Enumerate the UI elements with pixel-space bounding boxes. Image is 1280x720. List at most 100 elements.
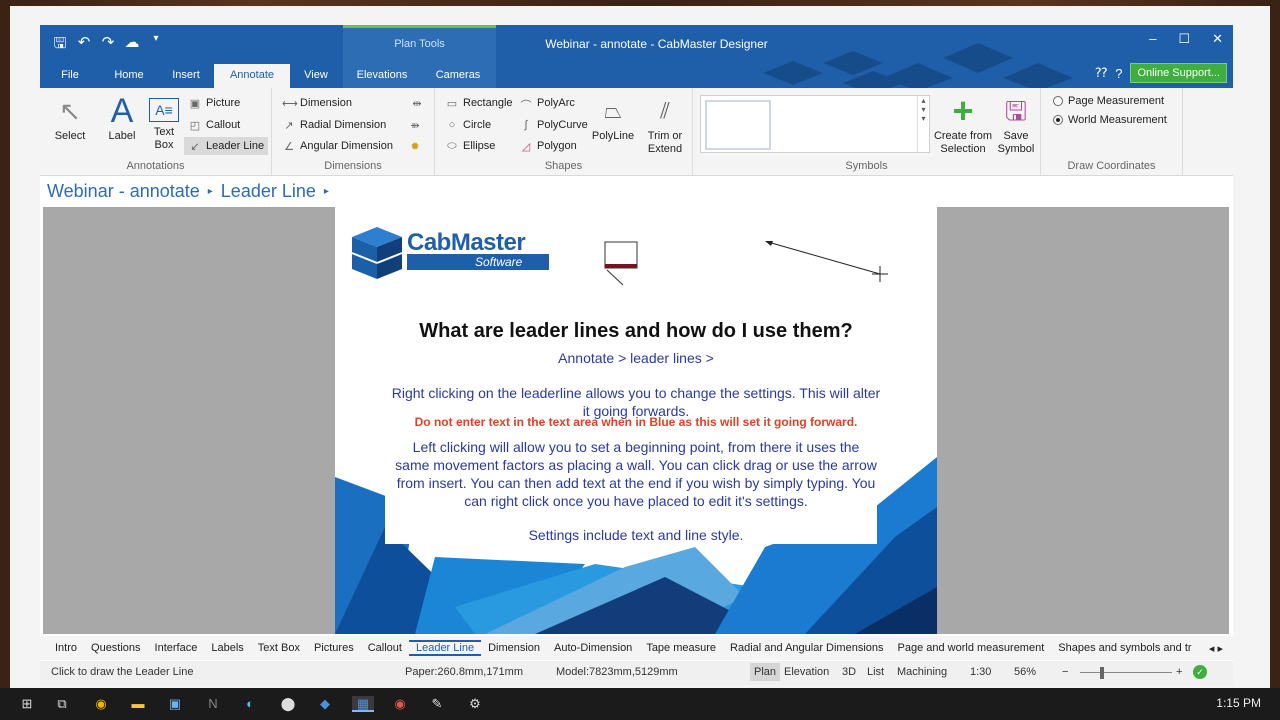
view-3d-button[interactable]: 3D [842, 666, 856, 678]
page-tab[interactable]: Auto-Dimension [547, 642, 639, 654]
model-coordinates: Model:7823mm,5129mm [556, 666, 678, 678]
page-tab[interactable]: Page and world measurement [891, 642, 1052, 654]
help-context-icon[interactable]: ⁇ [1095, 65, 1107, 81]
page-tab[interactable]: Dimension [481, 642, 547, 654]
dim-option-icon[interactable]: ⇹ [410, 94, 424, 112]
rectangle-label: Rectangle [463, 97, 513, 109]
tab-insert[interactable]: Insert [158, 64, 214, 88]
window-title: Webinar - annotate - CabMaster Designer [545, 37, 768, 51]
callout-button[interactable]: ◰ Callout [188, 116, 240, 134]
polyarc-button[interactable]: ⌒ PolyArc [519, 94, 575, 112]
page-tab[interactable]: Pictures [307, 642, 361, 654]
chevron-right-icon[interactable]: ▸ [324, 186, 329, 197]
shapes-group-label: Shapes [544, 160, 583, 172]
page-tab[interactable]: Interface [148, 642, 205, 654]
file-explorer-icon[interactable]: ▬ [129, 696, 147, 712]
page-tab[interactable]: Callout [361, 642, 409, 654]
zoom-value[interactable]: 56% [1014, 666, 1036, 678]
notion-icon[interactable]: N [204, 696, 222, 712]
zoom-in-icon[interactable]: + [1176, 666, 1182, 678]
page-tab[interactable]: Questions [84, 642, 148, 654]
polycurve-button[interactable]: ∫ PolyCurve [519, 116, 587, 134]
symbol-gallery[interactable]: ▴ ▾ ▾ [700, 95, 930, 153]
page-tab[interactable]: Intro [48, 642, 84, 654]
textbox-button[interactable]: A≡ Text Box [144, 94, 184, 152]
picture-button[interactable]: ▣ Picture [188, 94, 240, 112]
slide-page[interactable]: CabMaster Software What are leader lines… [335, 207, 937, 634]
select-button[interactable]: ↖ Select [50, 94, 90, 143]
edge-icon[interactable]: ◐ [241, 696, 259, 712]
breadcrumb-item[interactable]: Webinar - annotate [47, 181, 200, 202]
dimension-button[interactable]: ⟷ Dimension [282, 94, 352, 112]
page-tab[interactable]: Labels [204, 642, 250, 654]
store-icon[interactable]: ▣ [166, 696, 184, 712]
windows-start-icon[interactable]: ⊞ [18, 696, 36, 712]
chrome-profile-icon[interactable]: ◉ [391, 696, 409, 712]
zoom-out-icon[interactable]: − [1062, 666, 1068, 678]
tab-elevations[interactable]: Elevations [342, 64, 422, 88]
radial-icon: ↗ [284, 120, 294, 132]
tab-cameras[interactable]: Cameras [422, 64, 494, 88]
create-from-selection-button[interactable]: + Create from Selection [931, 93, 995, 156]
page-tab[interactable]: Radial and Angular Dimensions [723, 642, 890, 654]
taskbar: ⊞ ⧉ ◉ ▬ ▣ N ◐ ⬤ ◆ ▦ ◉ ✎ ⚙ 1:15 PM [0, 688, 1280, 720]
tool-icon[interactable]: ✎ [428, 696, 446, 712]
symbol-thumbnail[interactable] [705, 100, 771, 150]
tab-annotate[interactable]: Annotate [214, 64, 290, 88]
create-label: Create from Selection [933, 130, 993, 155]
select-label: Select [54, 130, 86, 142]
dim-style-icon[interactable]: ⇻ [408, 116, 422, 134]
page-measurement-radio[interactable]: Page Measurement [1053, 95, 1164, 107]
tab-view[interactable]: View [290, 64, 342, 88]
world-measurement-radio[interactable]: World Measurement [1053, 114, 1167, 126]
view-machining-button[interactable]: Machining [897, 666, 947, 678]
radio-off [1053, 96, 1063, 106]
window-controls: – ☐ ✕ [1149, 31, 1223, 47]
view-list-button[interactable]: List [867, 666, 884, 678]
chrome-icon[interactable]: ◉ [92, 696, 110, 712]
zoom-app-icon[interactable]: ⬤ [279, 696, 297, 712]
close-button[interactable]: ✕ [1212, 31, 1223, 47]
gallery-scroll[interactable]: ▴ ▾ ▾ [917, 96, 929, 152]
minimize-button[interactable]: – [1149, 31, 1156, 47]
page-tab[interactable]: Tape measure [639, 642, 723, 654]
rectangle-button[interactable]: ▭ Rectangle [445, 94, 513, 112]
trim-extend-button[interactable]: ⫽ Trim or Extend [643, 94, 687, 156]
dim-settings-icon[interactable]: ✹ [408, 137, 422, 155]
status-bar: Click to draw the Leader Line Paper:260.… [40, 661, 1233, 685]
radial-dimension-button[interactable]: ↗ Radial Dimension [282, 116, 386, 134]
polyline-button[interactable]: ⏢ PolyLine [591, 94, 635, 143]
circle-button[interactable]: ○ Circle [445, 116, 491, 134]
scale-value[interactable]: 1:30 [970, 666, 991, 678]
page-tab[interactable]: Shapes and symbols and tr [1051, 642, 1198, 654]
breadcrumb-item[interactable]: Leader Line [221, 181, 316, 202]
leader-line-icon: ↙ [190, 141, 200, 153]
tab-scroll-arrows-icon[interactable]: ◂ ▸ [1202, 642, 1233, 655]
maximize-button[interactable]: ☐ [1178, 31, 1190, 47]
task-view-icon[interactable]: ⧉ [53, 696, 71, 712]
tab-home[interactable]: Home [100, 64, 158, 88]
help-icon[interactable]: ? [1115, 66, 1122, 81]
save-symbol-button[interactable]: 🖫 Save Symbol [996, 94, 1036, 156]
leader-line-button[interactable]: ↙ Leader Line [184, 137, 269, 155]
polygon-button[interactable]: ◿ Polygon [519, 137, 577, 155]
label-button[interactable]: A Label [102, 94, 142, 143]
clock[interactable]: 1:15 PM [1216, 696, 1261, 710]
logo-text: CabMaster [407, 229, 526, 256]
slide-heading: What are leader lines and how do I use t… [419, 320, 853, 342]
cabmaster-icon[interactable]: ◆ [316, 696, 334, 712]
zoom-slider[interactable] [1080, 672, 1172, 673]
zoom-slider-thumb[interactable] [1100, 667, 1104, 679]
angular-dimension-button[interactable]: ∠ Angular Dimension [282, 137, 393, 155]
drawing-canvas[interactable]: CabMaster Software What are leader lines… [43, 207, 1229, 634]
view-elevation-button[interactable]: Elevation [784, 666, 829, 678]
floppy-icon: 🖫 [1004, 96, 1028, 126]
online-support-button[interactable]: Online Support... [1130, 63, 1227, 83]
cabmaster-designer-icon[interactable]: ▦ [352, 696, 374, 712]
page-tab[interactable]: Text Box [251, 642, 307, 654]
ellipse-button[interactable]: ⬭ Ellipse [445, 137, 495, 155]
view-plan-button[interactable]: Plan [750, 663, 781, 681]
page-tab[interactable]: Leader Line [408, 640, 482, 656]
tab-file[interactable]: File [40, 64, 100, 88]
settings-gear-icon[interactable]: ⚙ [466, 696, 484, 712]
